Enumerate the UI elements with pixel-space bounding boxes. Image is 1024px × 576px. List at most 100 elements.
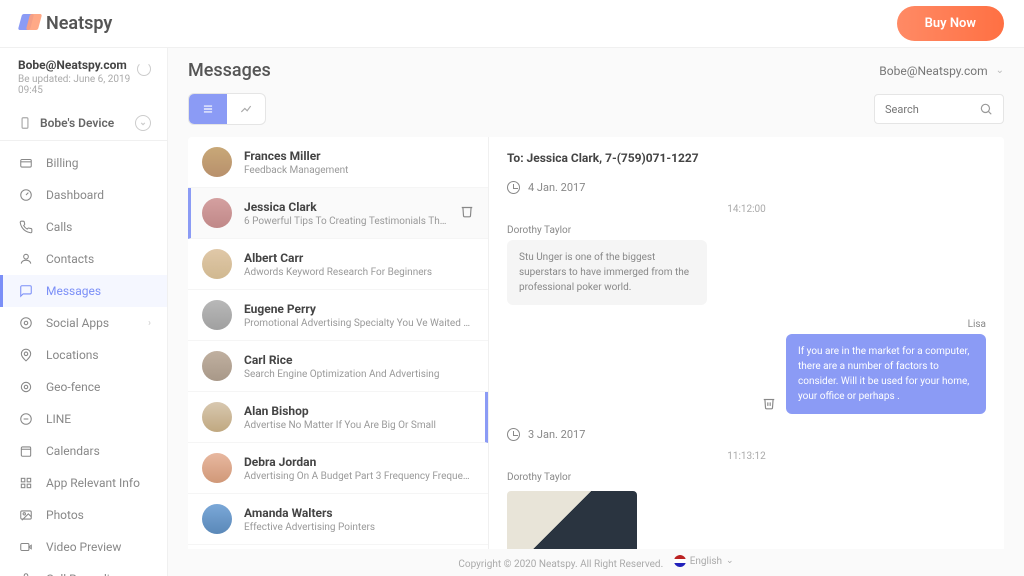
logo-icon bbox=[20, 14, 40, 34]
contact-item[interactable]: Jessica Clark 6 Powerful Tips To Creating… bbox=[188, 188, 488, 239]
chevron-down-icon: ⌄ bbox=[726, 556, 734, 566]
sidebar-item-locations[interactable]: Locations bbox=[0, 339, 167, 371]
language-selector[interactable]: English ⌄ bbox=[674, 555, 734, 567]
contact-name: Eugene Perry bbox=[244, 302, 474, 316]
search-box[interactable] bbox=[874, 94, 1004, 124]
nav-item-label: Calendars bbox=[46, 444, 100, 458]
nav-item-label: Dashboard bbox=[46, 188, 104, 202]
dashboard-icon bbox=[18, 187, 34, 203]
sidebar-item-messages[interactable]: Messages bbox=[0, 275, 167, 307]
nav-item-label: Video Preview bbox=[46, 540, 121, 554]
contacts-list: Frances MillerFeedback ManagementJessica… bbox=[188, 137, 488, 576]
video-icon bbox=[18, 539, 34, 555]
page-title: Messages bbox=[188, 60, 271, 81]
nav-item-label: Call Recordings bbox=[46, 572, 129, 576]
search-icon bbox=[979, 102, 993, 116]
brand-text: Neatspy bbox=[46, 13, 112, 34]
billing-icon bbox=[18, 155, 34, 171]
sidebar-item-geo-fence[interactable]: Geo-fence bbox=[0, 371, 167, 403]
message-icon bbox=[18, 283, 34, 299]
contact-name: Debra Jordan bbox=[244, 455, 474, 469]
contact-name: Albert Carr bbox=[244, 251, 474, 265]
call-icon bbox=[18, 219, 34, 235]
sender-name: Dorothy Taylor bbox=[507, 225, 986, 236]
contact-item[interactable]: Amanda WaltersEffective Advertising Poin… bbox=[188, 494, 488, 545]
nav-item-label: App Relevant Info bbox=[46, 476, 140, 490]
contact-preview: Advertise No Matter If You Are Big Or Sm… bbox=[244, 420, 471, 431]
sidebar-item-calendars[interactable]: Calendars bbox=[0, 435, 167, 467]
nav-item-label: Billing bbox=[46, 156, 79, 170]
message-bubble: Stu Unger is one of the biggest supersta… bbox=[507, 240, 707, 305]
list-icon bbox=[201, 102, 215, 116]
sidebar-item-photos[interactable]: Photos bbox=[0, 499, 167, 531]
photo-icon bbox=[18, 507, 34, 523]
nav-item-label: Social Apps bbox=[46, 316, 109, 330]
delete-icon[interactable] bbox=[460, 204, 474, 222]
contact-item[interactable]: Carl RiceSearch Engine Optimization And … bbox=[188, 341, 488, 392]
nav-item-label: Photos bbox=[46, 508, 84, 522]
avatar bbox=[202, 504, 232, 534]
date-text: 4 Jan. 2017 bbox=[528, 181, 585, 194]
avatar bbox=[202, 351, 232, 381]
account-updated: Be updated: June 6, 2019 09:45 bbox=[18, 74, 149, 96]
contact-icon bbox=[18, 251, 34, 267]
sidebar-item-calls[interactable]: Calls bbox=[0, 211, 167, 243]
messages-view: To: Jessica Clark, 7-(759)071-1227 4 Jan… bbox=[488, 137, 1004, 576]
sidebar-item-call-recordings[interactable]: Call Recordings bbox=[0, 563, 167, 576]
sidebar-item-dashboard[interactable]: Dashboard bbox=[0, 179, 167, 211]
contact-item[interactable]: Eugene PerryPromotional Advertising Spec… bbox=[188, 290, 488, 341]
avatar bbox=[202, 402, 232, 432]
logo[interactable]: Neatspy bbox=[20, 13, 112, 34]
device-selector[interactable]: Bobe's Device ⌄ bbox=[0, 106, 167, 141]
flag-icon bbox=[674, 555, 686, 567]
clock-icon bbox=[507, 181, 520, 194]
sidebar-item-video-preview[interactable]: Video Preview bbox=[0, 531, 167, 563]
nav-item-label: Geo-fence bbox=[46, 380, 100, 394]
date-text: 3 Jan. 2017 bbox=[528, 428, 585, 441]
apps-icon bbox=[18, 475, 34, 491]
search-input[interactable] bbox=[885, 103, 971, 116]
date-divider: 3 Jan. 2017 bbox=[507, 428, 986, 441]
sidebar-item-line[interactable]: LINE bbox=[0, 403, 167, 435]
contact-name: Jessica Clark bbox=[244, 200, 448, 214]
contact-name: Alan Bishop bbox=[244, 404, 471, 418]
sidebar-item-social-apps[interactable]: Social Apps › bbox=[0, 307, 167, 339]
geofence-icon bbox=[18, 379, 34, 395]
clock-icon bbox=[507, 428, 520, 441]
sidebar-item-app-relevant-info[interactable]: App Relevant Info bbox=[0, 467, 167, 499]
calendar-icon bbox=[18, 443, 34, 459]
contact-item[interactable]: Frances MillerFeedback Management bbox=[188, 137, 488, 188]
contact-name: Frances Miller bbox=[244, 149, 474, 163]
chart-view-button[interactable] bbox=[227, 94, 265, 124]
date-divider: 4 Jan. 2017 bbox=[507, 181, 986, 194]
nav-item-label: Locations bbox=[46, 348, 99, 362]
conversation-to: To: Jessica Clark, 7-(759)071-1227 bbox=[507, 151, 986, 165]
contact-preview: Effective Advertising Pointers bbox=[244, 522, 474, 533]
message-incoming: Dorothy Taylor Stu Unger is one of the b… bbox=[507, 225, 986, 305]
nav-item-label: LINE bbox=[46, 412, 71, 426]
list-view-button[interactable] bbox=[189, 94, 227, 124]
line-icon bbox=[18, 411, 34, 427]
message-bubble: If you are in the market for a computer,… bbox=[786, 334, 986, 414]
delete-icon[interactable] bbox=[762, 396, 776, 414]
contact-preview: Search Engine Optimization And Advertisi… bbox=[244, 369, 474, 380]
language-label: English bbox=[690, 556, 722, 567]
chevron-right-icon: › bbox=[148, 318, 151, 329]
sidebar-item-contacts[interactable]: Contacts bbox=[0, 243, 167, 275]
account-email: Bobe@Neatspy.com bbox=[18, 58, 149, 72]
device-name: Bobe's Device bbox=[40, 116, 114, 130]
refresh-icon[interactable] bbox=[137, 62, 151, 76]
recording-icon bbox=[18, 571, 34, 576]
contact-item[interactable]: Debra JordanAdvertising On A Budget Part… bbox=[188, 443, 488, 494]
contact-item[interactable]: Albert CarrAdwords Keyword Research For … bbox=[188, 239, 488, 290]
sidebar-item-billing[interactable]: Billing bbox=[0, 147, 167, 179]
buy-now-button[interactable]: Buy Now bbox=[897, 6, 1004, 41]
avatar bbox=[202, 300, 232, 330]
header-user-email: Bobe@Neatspy.com bbox=[879, 64, 987, 78]
nav-item-label: Calls bbox=[46, 220, 72, 234]
header-user-menu[interactable]: Bobe@Neatspy.com ⌄ bbox=[879, 64, 1004, 78]
account-header: Bobe@Neatspy.com Be updated: June 6, 201… bbox=[0, 48, 167, 106]
chart-icon bbox=[239, 102, 253, 116]
contact-item[interactable]: Alan Bishop Advertise No Matter If You Ar… bbox=[188, 392, 488, 443]
contact-preview: 6 Powerful Tips To Creating Testimonials… bbox=[244, 216, 448, 227]
